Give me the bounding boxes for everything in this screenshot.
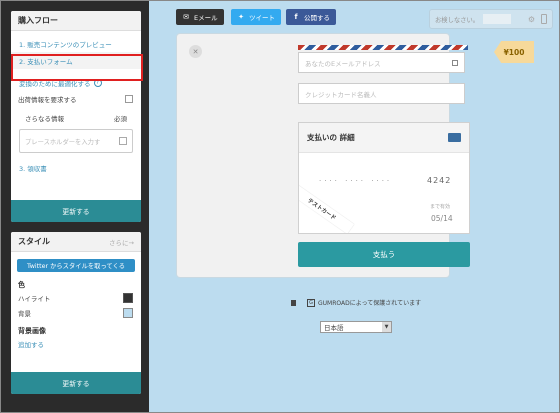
- search-placeholder: お検しなさい。: [435, 16, 480, 24]
- email-placeholder: あなたのEメールアドレス: [305, 59, 381, 68]
- step-receipt-label: 3. 領収書: [19, 164, 47, 173]
- search-input-fill: [483, 14, 512, 24]
- request-shipping-row: 出荷情報を要求する: [11, 91, 141, 107]
- pay-button[interactable]: 支払う: [298, 242, 470, 267]
- sidebar: 購入フロー 1. 販売コンテンツのプレビュー 2. 支払いフォーム 変換のために…: [1, 1, 149, 412]
- test-card-ribbon: テストカード: [299, 184, 355, 233]
- add-image-link[interactable]: 追加する: [11, 336, 141, 352]
- tweet-label: ツイート: [249, 14, 275, 22]
- language-select[interactable]: 日本語 ▼: [320, 321, 392, 333]
- background-label: 背景: [18, 309, 31, 318]
- purchase-flow-header: 購入フロー: [11, 11, 141, 31]
- purchase-flow-title: 購入フロー: [18, 16, 58, 25]
- placeholder-input[interactable]: プレースホルダーを入力す: [19, 129, 133, 153]
- style-update-button[interactable]: 更新する: [11, 372, 141, 394]
- gumroad-logo-icon: G: [307, 298, 315, 307]
- card-number-mask: ···· ···· ····: [319, 177, 393, 185]
- airmail-stripe: [298, 45, 468, 50]
- highlight-box: [11, 54, 143, 81]
- style-more-link[interactable]: さらに→: [109, 237, 134, 247]
- background-row: 背景: [11, 305, 141, 320]
- payment-details: 支払いの 詳細 ···· ···· ···· 4242 まで有効 05/14 テ…: [298, 122, 470, 234]
- twitter-style-button[interactable]: Twitter からスタイルを取ってくる: [17, 259, 135, 272]
- highlight-label: ハイライト: [18, 294, 51, 303]
- expiry-value: 05/14: [431, 214, 453, 223]
- email-share-button[interactable]: ✉ Eメール: [176, 9, 224, 25]
- cardholder-placeholder: クレジットカード名義人: [305, 90, 377, 99]
- request-shipping-checkbox[interactable]: [125, 95, 133, 103]
- tweet-button[interactable]: ✦ ツイート: [231, 9, 281, 25]
- email-input[interactable]: あなたのEメールアドレス: [298, 52, 465, 73]
- bg-image-label: 背景画像: [18, 327, 46, 335]
- color-label: 色: [18, 281, 25, 289]
- twitter-icon: ✦: [238, 13, 244, 21]
- cardholder-input[interactable]: クレジットカード名義人: [298, 83, 465, 104]
- phone-icon[interactable]: [541, 14, 547, 24]
- card-last4: 4242: [427, 176, 452, 185]
- required-label: 必須: [114, 115, 127, 123]
- highlight-row: ハイライト: [11, 290, 141, 305]
- main-area: ✉ Eメール ✦ ツイート f 公開する お検しなさい。 ⚙ ✕ あなたのEメールアド…: [149, 1, 559, 412]
- checkout-card: ✕ あなたのEメールアドレス クレジットカード名義人 支払いの 詳細 ···· …: [177, 34, 470, 277]
- step-receipt[interactable]: 3. 領収書: [11, 159, 141, 176]
- facebook-button[interactable]: f 公開する: [286, 9, 336, 25]
- request-shipping-label: 出荷情報を要求する: [18, 96, 77, 104]
- purchase-flow-panel: 購入フロー 1. 販売コンテンツのプレビュー 2. 支払いフォーム 変換のために…: [11, 11, 141, 222]
- more-info-label: さらなる情報: [25, 115, 64, 123]
- payment-details-title: 支払いの 詳細: [307, 133, 355, 142]
- price-tag: ¥100: [494, 41, 534, 63]
- style-panel: スタイル さらに→ Twitter からスタイルを取ってくる 色 ハイライト 背…: [11, 232, 141, 394]
- step-preview-label: 1. 販売コンテンツのプレビュー: [19, 40, 112, 49]
- lock-icon: [452, 59, 458, 66]
- step-preview[interactable]: 1. 販売コンテンツのプレビュー: [11, 35, 141, 52]
- lock-icon: [291, 299, 296, 306]
- facebook-label: 公開する: [304, 14, 330, 22]
- background-color-swatch[interactable]: [123, 307, 133, 318]
- gear-icon[interactable]: ⚙: [528, 15, 535, 24]
- flow-update-button[interactable]: 更新する: [11, 200, 141, 222]
- highlight-color-swatch[interactable]: [123, 292, 133, 303]
- style-title: スタイル: [18, 237, 50, 246]
- search-box[interactable]: お検しなさい。 ⚙: [429, 9, 553, 29]
- placeholder-input-text: プレースホルダーを入力す: [25, 138, 101, 146]
- close-icon[interactable]: ✕: [189, 45, 202, 58]
- secured-text: GUMROADによって保護されています: [318, 300, 422, 307]
- expiry-label: まで有効: [430, 204, 451, 210]
- style-header: スタイル さらに→: [11, 232, 141, 252]
- field-checkbox[interactable]: [119, 137, 127, 145]
- language-value: 日本語: [324, 324, 344, 332]
- chevron-down-icon: ▼: [382, 322, 391, 332]
- mail-icon: ✉: [183, 13, 189, 21]
- credit-card-icon: [448, 133, 461, 142]
- facebook-icon: f: [294, 13, 298, 21]
- secured-notice: G GUMROADによって保護されています: [291, 298, 421, 307]
- payment-details-header: 支払いの 詳細: [299, 123, 469, 153]
- more-info-row: さらなる情報 必須: [11, 110, 141, 126]
- email-share-label: Eメール: [194, 14, 218, 22]
